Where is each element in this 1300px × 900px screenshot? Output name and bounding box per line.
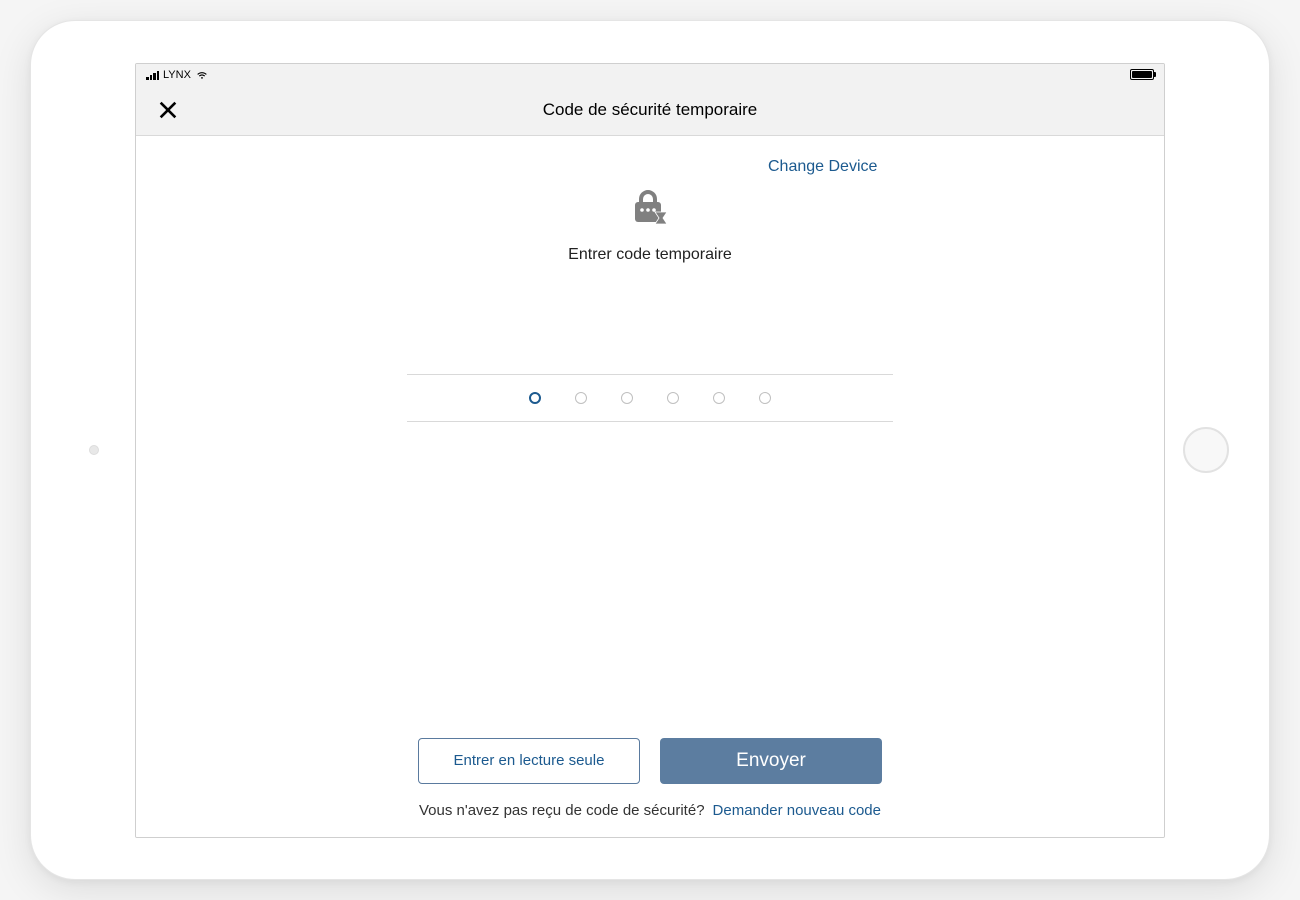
lock-timer-icon	[625, 182, 675, 232]
help-text: Vous n'avez pas reçu de code de sécurité…	[419, 802, 705, 819]
code-digit-2	[575, 392, 587, 404]
footer-area: Entrer en lecture seule Envoyer Vous n'a…	[136, 738, 1164, 819]
read-only-button[interactable]: Entrer en lecture seule	[418, 738, 640, 784]
wifi-icon	[195, 68, 209, 82]
prompt-text: Entrer code temporaire	[568, 246, 732, 264]
status-left: LYNX	[146, 68, 209, 82]
tablet-frame: LYNX Code de sécurité temporaire Change …	[30, 20, 1270, 880]
page-title: Code de sécurité temporaire	[136, 100, 1164, 120]
button-row: Entrer en lecture seule Envoyer	[418, 738, 882, 784]
carrier-label: LYNX	[163, 69, 191, 81]
code-digit-5	[713, 392, 725, 404]
app-screen: LYNX Code de sécurité temporaire Change …	[135, 63, 1165, 838]
home-button[interactable]	[1183, 427, 1229, 473]
camera-dot	[89, 445, 99, 455]
nav-bar: Code de sécurité temporaire	[136, 86, 1164, 136]
code-digit-1	[529, 392, 541, 404]
change-device-link[interactable]: Change Device	[768, 158, 877, 176]
main-content: Change Device Entrer code temporaire	[136, 136, 1164, 837]
battery-icon	[1130, 69, 1154, 80]
code-digit-6	[759, 392, 771, 404]
submit-button[interactable]: Envoyer	[660, 738, 882, 784]
code-digit-3	[621, 392, 633, 404]
request-new-code-link[interactable]: Demander nouveau code	[713, 802, 881, 819]
close-icon	[157, 99, 179, 121]
code-input[interactable]	[407, 374, 893, 422]
signal-icon	[146, 70, 159, 80]
close-button[interactable]	[154, 96, 182, 124]
status-bar: LYNX	[136, 64, 1164, 86]
help-row: Vous n'avez pas reçu de code de sécurité…	[419, 802, 881, 819]
code-digit-4	[667, 392, 679, 404]
